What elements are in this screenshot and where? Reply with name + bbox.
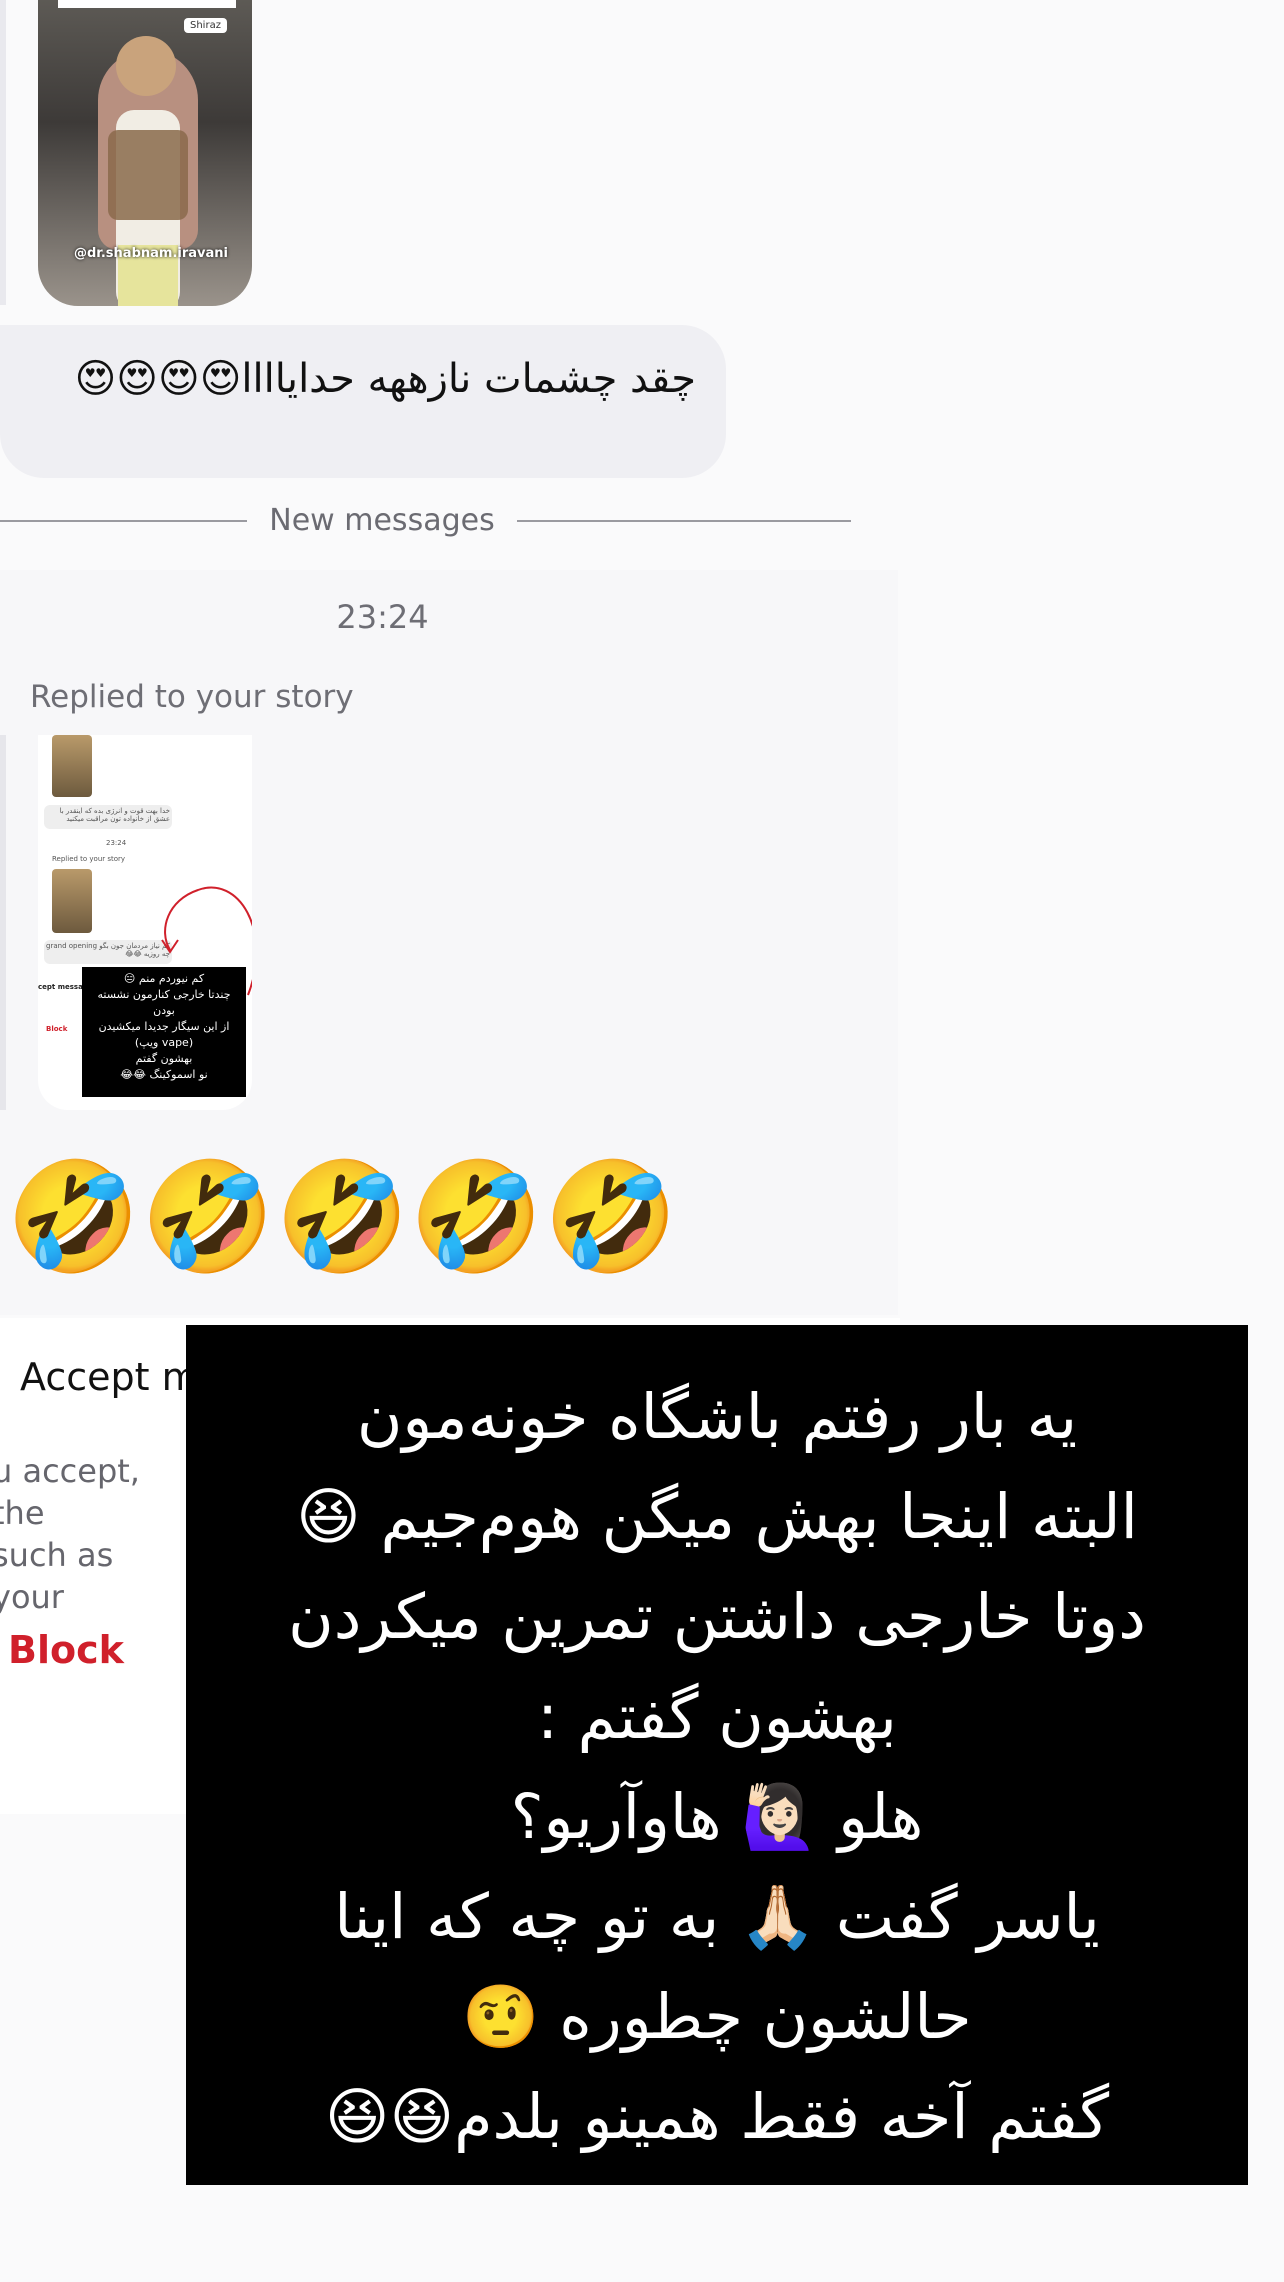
message-bubble[interactable]: چقد چشمات نازههه حدایاااا😍😍😍😍 [0,325,726,478]
reply-rule [0,735,6,1110]
mini-bubble-text: خدا بهت قوت و انرژی بده که اینقدر با عشق… [59,807,170,823]
mini-story-image-2 [52,869,92,933]
block-button[interactable]: Block [8,1628,124,1672]
rofl-emoji-group: 🤣🤣🤣🤣🤣 [6,1155,679,1280]
caption-line: دوتا خارجی داشتن تمرین میکردن [288,1580,1146,1653]
story-person-vest [108,130,188,220]
caption-line: بهشون گفتم : [537,1680,897,1753]
message-text: چقد چشمات نازههه حدایاااا😍😍😍😍 [74,356,696,402]
caption-line: هلو 🙋🏻‍♀️ هاوآریو؟ [510,1780,924,1853]
story-thumbnail[interactable]: Shiraz @dr.shabnam.iravani [38,0,252,306]
mini-replied: Replied to your story [52,855,126,863]
accept-title: Accept m [20,1355,199,1399]
mini-black-line: کم نیوردم منم 😑 [123,972,205,985]
new-messages-label: New messages [269,503,495,538]
accept-desc-line: u accept, the [0,1452,140,1532]
caption-line: البته اینجا بهش میگن هوم‌جیم 😆 [296,1480,1138,1553]
mini-black-line: نو اسموکینگ 😂😂 [120,1068,208,1081]
mini-black-line: بهشون گفتم [135,1052,193,1065]
emoji-reply-message[interactable]: 🤣🤣🤣🤣🤣 [6,1148,696,1288]
mini-black-line: بودن [153,1004,175,1017]
caption-line: یاسر گفت 🙏🏻 به تو چه که اینا [334,1880,1100,1953]
caption-line: یه بار رفتم باشگاه خونه‌مون [356,1380,1078,1453]
caption-line: گفتم آخه فقط همینو بلدم😆😆 [324,2080,1110,2153]
caption-line: حالشون چطوره 🤨 [462,1980,972,2053]
story-reply-thumbnail[interactable]: خدا بهت قوت و انرژی بده که اینقدر با عشق… [38,735,252,1110]
story-reply-rule [0,0,6,305]
timestamp: 23:24 [336,598,429,636]
mini-accept: cept messag [38,983,88,991]
mini-time: 23:24 [106,839,127,847]
story-person-head [116,36,176,96]
divider-line-left [0,520,247,522]
story-handle: @dr.shabnam.iravani [74,246,228,261]
mini-block: Block [46,1025,68,1033]
divider-line-right [517,520,851,522]
mini-black-line: از این سیگار جدیدا میکشیدن [98,1020,230,1033]
mini-black-caption: کم نیوردم منم 😑 چندتا خارجی کنارمون نشست… [82,967,246,1097]
accept-description: u accept, the such as your [0,1450,192,1618]
location-tag: Shiraz [184,18,227,33]
story-caption-card [58,0,236,8]
mini-black-line: (vape ویپ) [134,1036,194,1049]
accept-desc-line: such as your [0,1536,114,1616]
mini-story-image-1 [52,735,92,797]
replied-to-story-label: Replied to your story [30,679,354,715]
overlay-caption-card: یه بار رفتم باشگاه خونه‌مون البته اینجا … [186,1325,1248,2185]
mini-black-line: چندتا خارجی کنارمون نشسته [97,988,231,1001]
